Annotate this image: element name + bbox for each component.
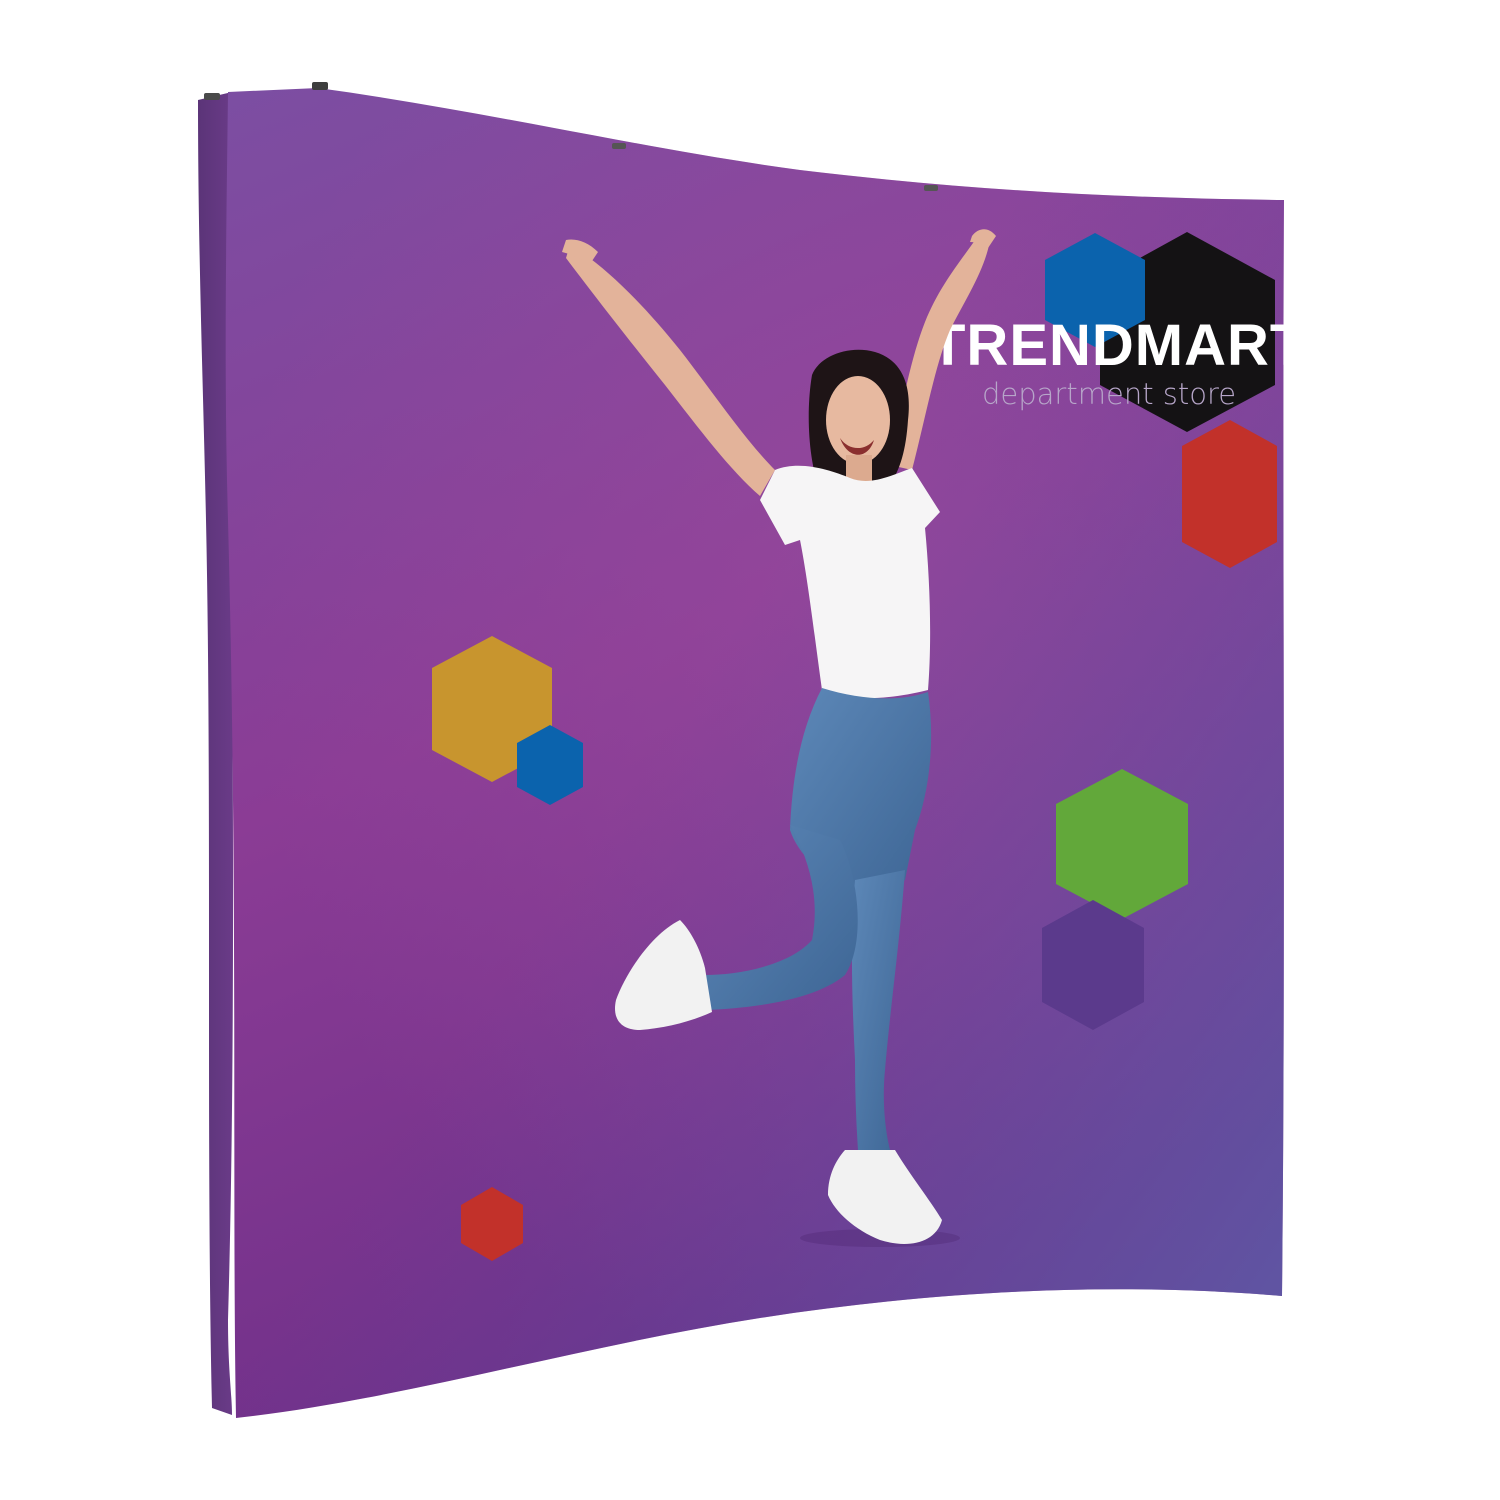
frame-connector [204, 93, 220, 100]
logo-hexagon-red [1182, 420, 1277, 568]
frame-connector [924, 185, 938, 191]
display-scene: TRENDMART department store [0, 0, 1500, 1500]
popup-display: TRENDMART department store [198, 82, 1306, 1418]
logo-name: TRENDMART [930, 313, 1306, 378]
logo-tagline: department store [982, 377, 1236, 411]
frame-connector [612, 143, 626, 149]
frame-connector [312, 82, 328, 90]
